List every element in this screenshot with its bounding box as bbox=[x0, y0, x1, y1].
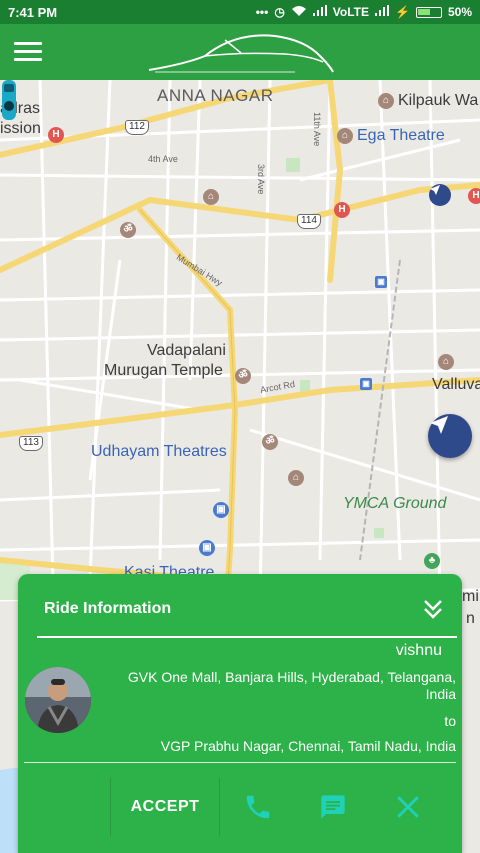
map-label-mission: ission bbox=[0, 120, 41, 137]
map-label-edge-n: n bbox=[466, 610, 475, 627]
map-label-ega-theatre: Ega Theatre bbox=[357, 127, 445, 144]
dropoff-address: VGP Prabhu Nagar, Chennai, Tamil Nadu, I… bbox=[160, 738, 456, 754]
call-button[interactable] bbox=[220, 782, 295, 832]
map-label-11th-ave: 11th Ave bbox=[312, 112, 322, 147]
signal-icon bbox=[312, 5, 327, 19]
app-bar bbox=[0, 24, 480, 80]
hospital-icon: H bbox=[468, 188, 480, 204]
map-label-3rd-ave: 3rd Ave bbox=[256, 164, 266, 195]
double-chevron-down-icon[interactable] bbox=[422, 598, 444, 620]
map-label-valluva: Valluva bbox=[432, 376, 480, 393]
temple-icon: ॐ bbox=[235, 368, 251, 384]
message-button[interactable] bbox=[295, 782, 370, 832]
transit-icon: ▣ bbox=[213, 502, 229, 518]
network-type: VoLTE bbox=[332, 5, 370, 19]
signal-icon-2 bbox=[375, 5, 390, 19]
pickup-address: GVK One Mall, Banjara Hills, Hyderabad, … bbox=[127, 669, 456, 702]
ride-info-card: Ride Information vishnu GVK One Mall, Ba… bbox=[18, 574, 462, 853]
more-dots-icon: ••• bbox=[255, 5, 269, 19]
battery-percent: 50% bbox=[447, 5, 472, 19]
map-label-anna-nagar: ANNA NAGAR bbox=[157, 86, 274, 105]
map-label-vadapalani: Vadapalani bbox=[147, 342, 226, 359]
reject-button[interactable] bbox=[370, 782, 445, 832]
status-bar: 7:41 PM ••• ◷ VoLTE ⚡ 50% bbox=[0, 0, 480, 24]
ride-info-title: Ride Information bbox=[44, 600, 172, 617]
transit-icon: ▣ bbox=[199, 540, 215, 556]
transit-icon: ▣ bbox=[375, 276, 387, 288]
park-icon: ♣ bbox=[424, 553, 440, 569]
accept-button[interactable]: ACCEPT bbox=[111, 780, 219, 834]
map-label-udhayam: Udhayam Theatres bbox=[91, 443, 227, 460]
hospital-icon: H bbox=[334, 202, 350, 218]
ride-actions: ACCEPT bbox=[110, 776, 460, 838]
divider bbox=[24, 762, 456, 763]
temple-icon: ॐ bbox=[120, 222, 136, 238]
landmark-icon: ⌂ bbox=[288, 470, 304, 486]
vehicle-marker-icon bbox=[2, 80, 16, 120]
message-icon bbox=[320, 795, 345, 819]
landmark-icon: ⌂ bbox=[337, 128, 353, 144]
divider bbox=[37, 636, 457, 638]
my-location-button[interactable] bbox=[428, 414, 472, 458]
driver-avatar bbox=[25, 667, 91, 733]
driver-name: vishnu bbox=[395, 642, 442, 659]
hamburger-menu-icon[interactable] bbox=[14, 42, 42, 62]
to-label: to bbox=[444, 713, 456, 729]
charging-icon: ⚡ bbox=[395, 5, 410, 19]
phone-icon bbox=[246, 795, 269, 819]
map-label-kilpauk: Kilpauk Wa bbox=[398, 92, 479, 109]
navigation-arrow-icon[interactable] bbox=[429, 184, 451, 206]
close-icon bbox=[396, 796, 419, 818]
map-label-murugan-temple: Murugan Temple bbox=[104, 362, 223, 379]
map-label-4th-ave: 4th Ave bbox=[148, 154, 178, 164]
navigation-arrow-icon bbox=[430, 416, 448, 434]
hospital-icon: H bbox=[48, 127, 64, 143]
landmark-icon: ⌂ bbox=[438, 354, 454, 370]
transit-icon: ▣ bbox=[360, 378, 372, 390]
landmark-icon: ⌂ bbox=[203, 189, 219, 205]
map-label-edge-mi: mi bbox=[462, 588, 479, 605]
wifi-icon bbox=[291, 5, 307, 20]
car-logo-icon bbox=[148, 34, 334, 73]
status-icons: ••• ◷ VoLTE ⚡ 50% bbox=[256, 5, 472, 20]
landmark-icon: ⌂ bbox=[378, 93, 394, 109]
route-shield-114: 114 bbox=[297, 214, 321, 229]
temple-icon: ॐ bbox=[262, 434, 278, 450]
route-shield-112: 112 bbox=[125, 120, 149, 135]
alarm-icon: ◷ bbox=[274, 5, 285, 19]
route-shield-113: 113 bbox=[19, 436, 43, 451]
status-time: 7:41 PM bbox=[8, 4, 58, 20]
map-label-ymca: YMCA Ground bbox=[343, 495, 447, 512]
battery-icon bbox=[415, 6, 442, 18]
